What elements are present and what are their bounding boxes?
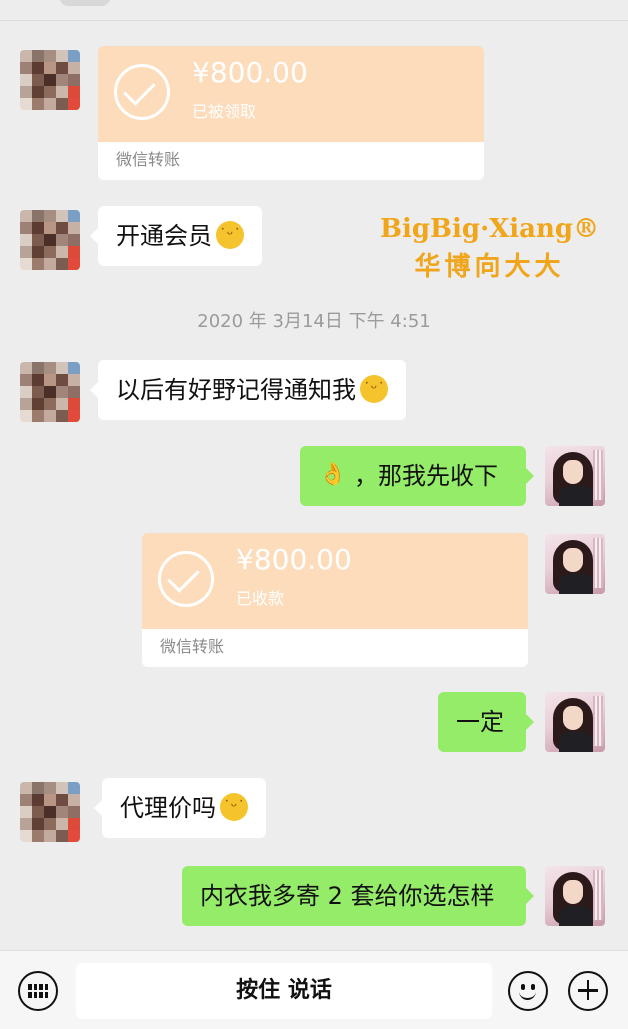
- contact-avatar[interactable]: [20, 782, 80, 842]
- emoji-icon[interactable]: [508, 971, 548, 1011]
- message-text: 以后有好野记得通知我: [116, 376, 356, 404]
- transfer-status: 已被领取: [192, 102, 257, 121]
- divider: [0, 20, 628, 21]
- transfer-footer: 微信转账: [98, 142, 484, 180]
- my-avatar[interactable]: [545, 534, 605, 594]
- message-bubble[interactable]: 以后有好野记得通知我 ˙ᵕ˙: [90, 360, 406, 420]
- transfer-amount: ¥800.00: [236, 543, 352, 576]
- message-text: 一定: [456, 708, 504, 736]
- timestamp: 2020 年 3月14日 下午 4:51: [197, 311, 431, 332]
- contact-avatar[interactable]: [20, 362, 80, 422]
- think-emoji: ˙ᵕ˙: [216, 221, 244, 249]
- transfer-card-received[interactable]: ¥800.00 已被领取 微信转账: [98, 46, 484, 180]
- message-bubble-self[interactable]: 👌 ，那我先收下: [300, 446, 534, 506]
- chat-area[interactable]: ¥800.00 已被领取 微信转账 开通会员 ˙ᵕ˙ BigBig·Xiang® …: [0, 0, 628, 950]
- my-avatar[interactable]: [545, 692, 605, 752]
- message-bubble-self[interactable]: 一定: [438, 692, 534, 752]
- watermark-zh: 华博向大大: [414, 252, 565, 282]
- think-emoji: ˙ᵕ˙: [360, 375, 388, 403]
- message-text: 内衣我多寄 2 套给你选怎样: [200, 882, 495, 910]
- keyboard-icon[interactable]: [18, 971, 58, 1011]
- transfer-card-top: ¥800.00 已被领取: [98, 46, 484, 142]
- my-avatar[interactable]: [545, 446, 605, 506]
- previous-message-fragment: [60, 0, 110, 6]
- message-bubble-self[interactable]: 内衣我多寄 2 套给你选怎样: [182, 866, 534, 926]
- message-bubble[interactable]: 开通会员 ˙ᵕ˙: [90, 206, 262, 266]
- message-text: 开通会员: [116, 222, 212, 250]
- contact-avatar[interactable]: [20, 50, 80, 110]
- transfer-amount: ¥800.00: [192, 56, 308, 89]
- contact-avatar[interactable]: [20, 210, 80, 270]
- message-text: ，那我先收下: [354, 462, 498, 490]
- watermark: BigBig·Xiang® 华博向大大: [380, 214, 599, 283]
- transfer-card-top: ¥800.00 已收款: [142, 533, 528, 629]
- checkmark-icon: [158, 551, 214, 607]
- transfer-footer: 微信转账: [142, 629, 528, 667]
- message-bubble[interactable]: 代理价吗 ˙ᵕ˙: [94, 778, 266, 838]
- transfer-status: 已收款: [236, 589, 285, 608]
- watermark-en: BigBig·Xiang®: [380, 214, 600, 244]
- my-avatar[interactable]: [545, 866, 605, 926]
- message-text: 代理价吗: [120, 794, 216, 822]
- transfer-card-accepted[interactable]: ¥800.00 已收款 微信转账: [142, 533, 528, 667]
- input-bar: 按住 说话: [0, 950, 628, 1029]
- think-emoji: ˙ᵕ˙: [220, 793, 248, 821]
- hold-to-talk-button[interactable]: 按住 说话: [76, 963, 492, 1019]
- checkmark-icon: [114, 64, 170, 120]
- ok-hand-emoji: 👌: [319, 462, 347, 487]
- plus-icon[interactable]: [568, 971, 608, 1011]
